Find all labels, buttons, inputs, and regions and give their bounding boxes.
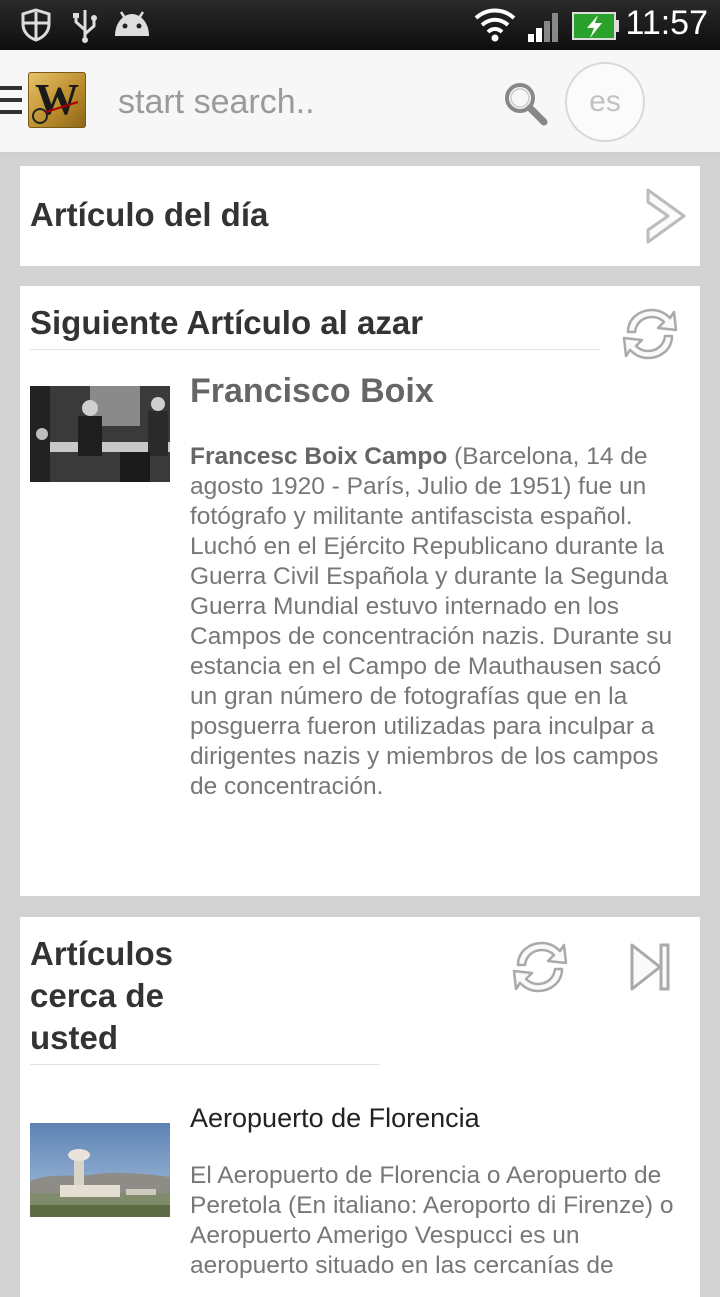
chevron-right-icon[interactable]	[640, 186, 692, 246]
nearby-heading-line-1: Artículos	[30, 935, 174, 972]
language-button[interactable]: es	[565, 62, 645, 142]
battery-charging-icon	[572, 12, 619, 40]
nearby-heading-line-3: usted	[30, 1019, 119, 1056]
florence-airport-photo[interactable]	[30, 1123, 170, 1217]
app-bar: W es	[0, 50, 720, 154]
photo-image	[30, 386, 170, 482]
android-icon	[115, 11, 149, 36]
shield-icon	[21, 8, 51, 42]
random-article-divider	[30, 349, 600, 350]
random-article-title[interactable]: Francisco Boix	[190, 372, 434, 411]
nearby-article-summary: El Aeropuerto de Florencia o Aeropuerto …	[190, 1162, 674, 1279]
refresh-icon[interactable]	[508, 935, 572, 999]
nearby-heading: Artículos cerca de usted	[30, 933, 173, 1059]
hamburger-menu-icon[interactable]	[0, 84, 24, 116]
search-input[interactable]	[118, 78, 478, 126]
app-logo[interactable]: W	[28, 72, 86, 128]
search-icon[interactable]	[500, 78, 550, 128]
nearby-divider	[30, 1064, 380, 1065]
nearby-article-title[interactable]: Aeropuerto de Florencia	[190, 1103, 480, 1134]
signal-icon	[528, 13, 558, 42]
random-article-card: Siguiente Artículo al azar Francisco Boi…	[20, 286, 700, 896]
francisco-boix-photo[interactable]	[30, 386, 170, 482]
refresh-icon[interactable]	[618, 302, 682, 366]
status-bar: 11:57	[0, 0, 720, 50]
usb-icon	[73, 10, 97, 43]
skip-next-icon[interactable]	[628, 941, 674, 993]
random-article-summary: Francesc Boix Campo (Barcelona, 14 de ag…	[190, 442, 690, 802]
random-article-heading: Siguiente Artículo al azar	[30, 304, 424, 341]
nearby-heading-line-2: cerca de	[30, 977, 164, 1014]
summary-text: (Barcelona, 14 de agosto 1920 - París, J…	[190, 443, 673, 800]
nearby-articles-card: Artículos cerca de usted Aeropuerto de F…	[20, 917, 700, 1297]
article-of-day-title: Artículo del día	[30, 196, 269, 233]
wiki-w-logo-icon: W	[32, 75, 79, 124]
svg-text:W: W	[35, 75, 79, 124]
status-time: 11:57	[625, 4, 708, 42]
article-of-day-card[interactable]: Artículo del día	[20, 166, 700, 266]
wifi-icon	[474, 8, 516, 42]
photo-image	[30, 1123, 170, 1217]
summary-bold-name: Francesc Boix Campo	[190, 443, 448, 470]
